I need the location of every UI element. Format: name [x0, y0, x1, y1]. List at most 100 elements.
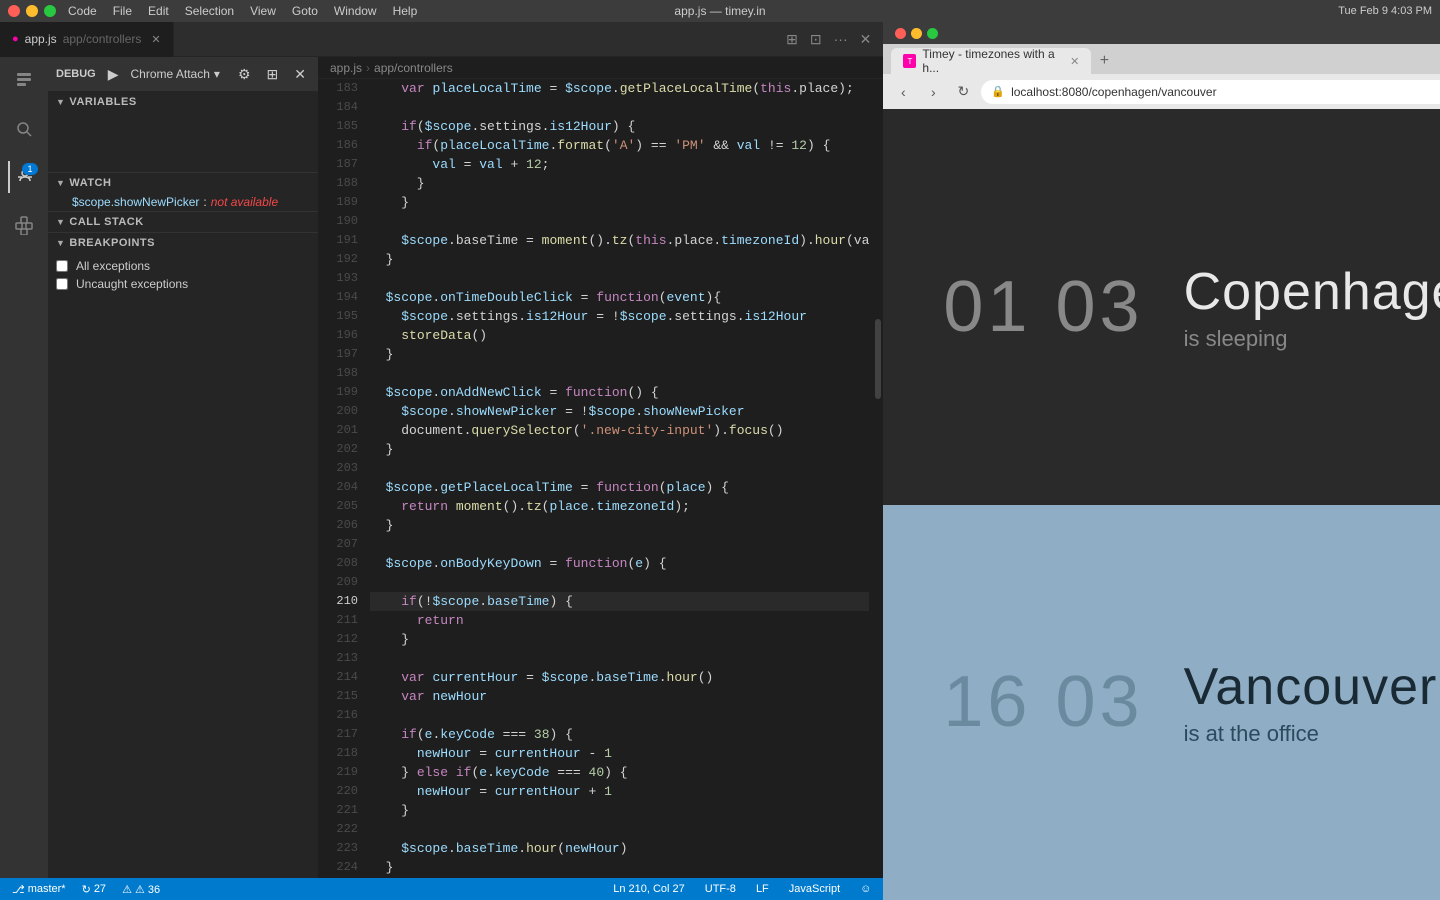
breakpoints-header[interactable]: ▼ BREAKPOINTS	[48, 233, 318, 253]
code-line-218: newHour = currentHour - 1	[370, 744, 869, 763]
status-bar-left: ⎇ master* ↻ 27 ⚠ ⚠ 36	[8, 883, 164, 896]
line-endings[interactable]: LF	[752, 883, 773, 895]
city-section-copenhagen: 01 03 Copenhagen is sleeping	[883, 109, 1440, 505]
forward-button[interactable]: ›	[921, 80, 945, 104]
ln-199: 199	[326, 383, 358, 402]
cursor-position[interactable]: Ln 210, Col 27	[609, 883, 689, 895]
close-button[interactable]	[8, 5, 20, 17]
activity-debug[interactable]: 1	[8, 161, 40, 193]
maximize-button[interactable]	[44, 5, 56, 17]
city-section-vancouver: 16 03 Vancouver is at the office +	[883, 505, 1440, 900]
uncaught-exceptions-checkbox[interactable]	[56, 278, 68, 290]
editor-scrollbar[interactable]	[869, 79, 883, 878]
debug-config-selector[interactable]: Chrome Attach ▾	[131, 67, 220, 81]
debug-settings-icon[interactable]: ⚙	[234, 64, 255, 85]
variables-header[interactable]: ▼ VARIABLES	[48, 92, 318, 112]
ln-211: 211	[326, 611, 358, 630]
debug-toolbar: DEBUG ▶ Chrome Attach ▾ ⚙ ⊞ ✕	[48, 57, 318, 92]
tab-close-icon[interactable]: ✕	[151, 33, 160, 46]
ln-210: 210	[326, 592, 358, 611]
encoding[interactable]: UTF-8	[701, 883, 740, 895]
call-stack-header[interactable]: ▼ CALL STACK	[48, 212, 318, 232]
menu-selection[interactable]: Selection	[185, 4, 234, 18]
call-stack-arrow-icon: ▼	[56, 217, 65, 227]
all-exceptions-checkbox[interactable]	[56, 260, 68, 272]
feedback-icon[interactable]: ☺	[856, 883, 875, 895]
menu-goto[interactable]: Goto	[292, 4, 318, 18]
code-line-214: var currentHour = $scope.baseTime.hour()	[370, 668, 869, 687]
menu-file[interactable]: File	[113, 4, 132, 18]
uncaught-exceptions-label: Uncaught exceptions	[76, 277, 188, 291]
tab-actions: ⊞ ⊡ ··· ✕	[782, 29, 883, 50]
debug-split-icon[interactable]: ⊞	[263, 64, 283, 85]
watch-label: WATCH	[69, 177, 111, 189]
editor-tab-appjs[interactable]: ● app.js app/controllers ✕	[0, 22, 174, 57]
git-branch[interactable]: ⎇ master*	[8, 883, 70, 896]
browser-traffic-lights	[895, 28, 938, 39]
ln-193: 193	[326, 269, 358, 288]
menu-edit[interactable]: Edit	[148, 4, 169, 18]
code-editor[interactable]: app.js › app/controllers 183 184 185 186…	[318, 57, 883, 878]
code-line-216	[370, 706, 869, 725]
code-line-190	[370, 212, 869, 231]
tab-path: app/controllers	[63, 32, 142, 46]
activity-explorer[interactable]	[8, 65, 40, 97]
ln-187: 187	[326, 155, 358, 174]
menu-window[interactable]: Window	[334, 4, 377, 18]
debug-label: DEBUG	[56, 68, 96, 80]
browser-active-tab[interactable]: T Timey - timezones with a h... ✕	[891, 48, 1091, 74]
scrollbar-thumb	[875, 319, 881, 399]
ln-195: 195	[326, 307, 358, 326]
menu-help[interactable]: Help	[393, 4, 418, 18]
browser-maximize[interactable]	[927, 28, 938, 39]
browser-close[interactable]	[895, 28, 906, 39]
minimize-button[interactable]	[26, 5, 38, 17]
code-line-186: if(placeLocalTime.format('A') == 'PM' &&…	[370, 136, 869, 155]
url-text: localhost:8080/copenhagen/vancouver	[1011, 85, 1440, 99]
reload-button[interactable]: ↻	[951, 80, 975, 104]
code-line-201: document.querySelector('.new-city-input'…	[370, 421, 869, 440]
breadcrumb-path: app/controllers	[374, 61, 453, 75]
activity-bar: 1	[0, 57, 48, 878]
config-name-label: Chrome Attach	[131, 67, 210, 81]
menu-code[interactable]: Code	[68, 4, 97, 18]
language-mode[interactable]: JavaScript	[785, 883, 844, 895]
warnings-status[interactable]: ⚠ ⚠ 36	[118, 883, 164, 896]
more-actions-icon[interactable]: ···	[830, 29, 852, 50]
warnings-count: ⚠ 36	[135, 883, 160, 896]
activity-search[interactable]	[8, 113, 40, 145]
activity-extensions[interactable]	[8, 209, 40, 241]
new-tab-button[interactable]: +	[1091, 48, 1117, 74]
back-button[interactable]: ‹	[891, 80, 915, 104]
git-branch-label: master*	[28, 883, 66, 895]
editor-tabbar: ● app.js app/controllers ✕ ⊞ ⊡ ··· ✕	[0, 22, 883, 57]
ln-206: 206	[326, 516, 358, 535]
address-bar[interactable]: 🔒 localhost:8080/copenhagen/vancouver ☆	[981, 80, 1440, 104]
ln-184: 184	[326, 98, 358, 117]
sync-status[interactable]: ↻ 27	[78, 883, 110, 896]
titlebar-left: Code File Edit Selection View Goto Windo…	[8, 4, 417, 18]
split-editor-icon[interactable]: ⊞	[782, 29, 802, 50]
ln-222: 222	[326, 820, 358, 839]
call-stack-section: ▼ CALL STACK	[48, 212, 318, 232]
browser-tab-title: Timey - timezones with a h...	[922, 47, 1064, 75]
ln-209: 209	[326, 573, 358, 592]
browser-tab-close-icon[interactable]: ✕	[1070, 55, 1079, 68]
code-content: 183 184 185 186 187 188 189 190 191 192 …	[318, 79, 883, 878]
code-line-223: $scope.baseTime.hour(newHour)	[370, 839, 869, 858]
variables-arrow-icon: ▼	[56, 97, 65, 107]
browser-minimize[interactable]	[911, 28, 922, 39]
code-line-192: }	[370, 250, 869, 269]
vancouver-name: Vancouver	[1184, 657, 1438, 717]
close-editor-icon[interactable]: ✕	[856, 29, 876, 50]
run-button[interactable]: ▶	[104, 64, 123, 85]
menu-view[interactable]: View	[250, 4, 276, 18]
mac-menu: Code File Edit Selection View Goto Windo…	[68, 4, 417, 18]
mac-titlebar: Code File Edit Selection View Goto Windo…	[0, 0, 1440, 22]
toggle-panel-icon[interactable]: ⊡	[806, 29, 826, 50]
warning-icon: ⚠	[122, 883, 132, 896]
debug-close-icon[interactable]: ✕	[290, 64, 310, 85]
breakpoints-section: ▼ BREAKPOINTS All exceptions Uncaught ex…	[48, 233, 318, 878]
breakpoints-list: All exceptions Uncaught exceptions	[48, 253, 318, 297]
watch-header[interactable]: ▼ WATCH	[48, 173, 318, 193]
